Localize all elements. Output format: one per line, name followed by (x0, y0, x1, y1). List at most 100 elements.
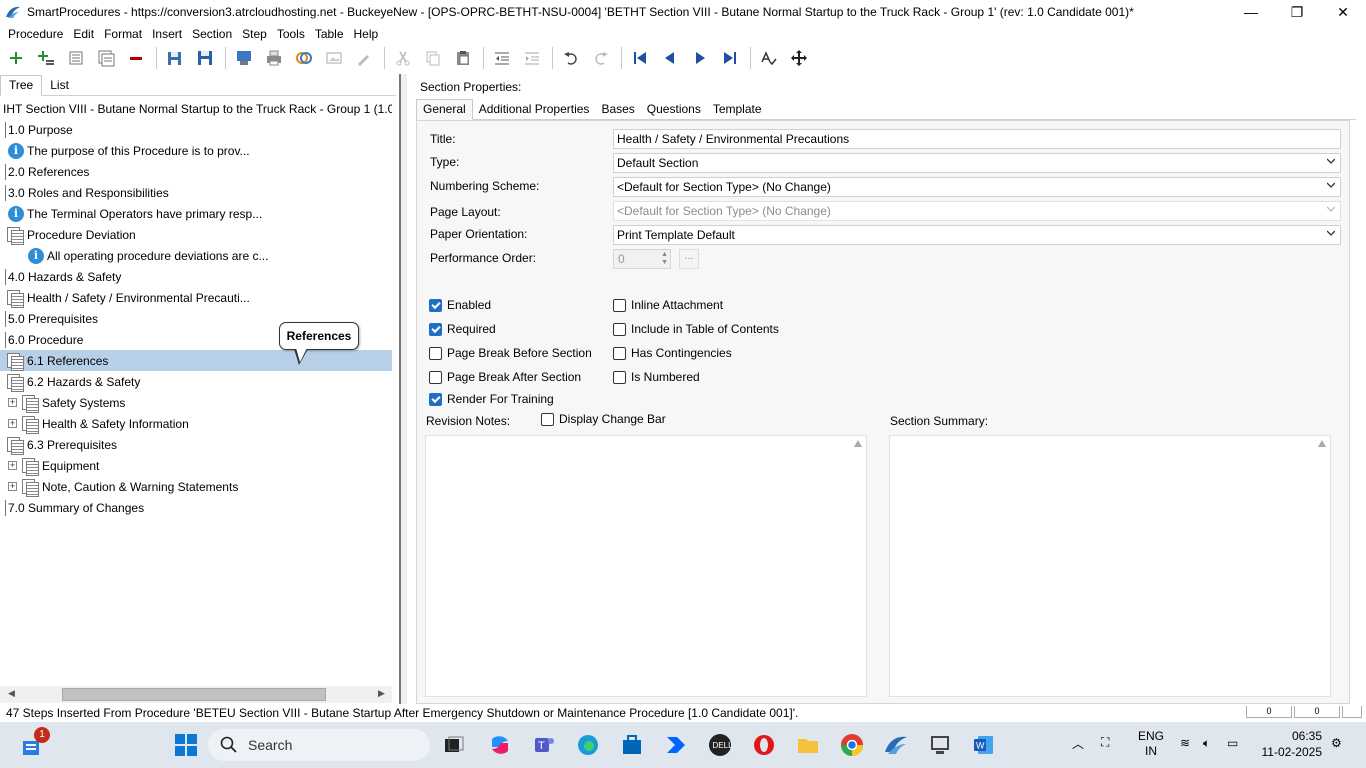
scroll-up-icon[interactable] (1318, 440, 1326, 447)
tree-root[interactable]: IHT Section VIII - Butane Normal Startup… (0, 98, 392, 119)
restore-button[interactable]: ❐ (1274, 0, 1320, 24)
redo-icon[interactable] (589, 46, 613, 70)
widgets-icon[interactable]: 1 (18, 727, 50, 759)
expand-icon[interactable]: + (8, 419, 17, 428)
opera-icon[interactable] (750, 731, 778, 759)
dell-icon[interactable]: DELL (706, 731, 734, 759)
save-all-icon[interactable] (163, 46, 187, 70)
tree-row-selected[interactable]: 6.1 References (0, 350, 392, 371)
file-explorer-icon[interactable] (794, 731, 822, 759)
move-icon[interactable] (787, 46, 811, 70)
performance-order-browse-button[interactable]: ... (679, 249, 699, 269)
tree-row[interactable]: 2.0 References (0, 161, 392, 182)
edge-icon[interactable] (574, 731, 602, 759)
tree-row[interactable]: Health / Safety / Environmental Precauti… (0, 287, 392, 308)
scroll-up-icon[interactable] (854, 440, 862, 447)
menu-help[interactable]: Help (349, 27, 384, 41)
tree-row[interactable]: 6.3 Prerequisites (0, 434, 392, 455)
tree-row[interactable]: i All operating procedure deviations are… (0, 245, 392, 266)
language-indicator[interactable]: ENG IN (1138, 729, 1164, 759)
battery-icon[interactable]: ▭ (1227, 736, 1238, 750)
paste-icon[interactable] (451, 46, 475, 70)
collapse-icon[interactable] (64, 46, 88, 70)
print-icon[interactable] (262, 46, 286, 70)
tab-bases[interactable]: Bases (595, 100, 640, 119)
menu-table[interactable]: Table (310, 27, 349, 41)
render-for-training-checkbox[interactable]: Render For Training (429, 392, 554, 406)
tab-questions[interactable]: Questions (641, 100, 707, 119)
tab-list[interactable]: List (42, 76, 77, 95)
menu-procedure[interactable]: Procedure (3, 27, 68, 41)
tree-row[interactable]: i The Terminal Operators have primary re… (0, 203, 392, 224)
copy-icon[interactable] (421, 46, 445, 70)
clock[interactable]: 06:35 11-02-2025 (1262, 728, 1323, 760)
task-view-icon[interactable] (440, 731, 468, 759)
next-icon[interactable] (688, 46, 712, 70)
smartprocedures-taskbar-icon[interactable] (882, 731, 910, 759)
menu-insert[interactable]: Insert (147, 27, 187, 41)
revision-notes-textarea[interactable] (425, 435, 867, 697)
inline-attachment-checkbox[interactable]: Inline Attachment (613, 298, 723, 312)
tree-row[interactable]: + Equipment (0, 455, 392, 476)
resize-grip-icon[interactable] (1342, 706, 1362, 718)
enabled-checkbox[interactable]: Enabled (429, 298, 491, 312)
display-change-bar-checkbox[interactable]: Display Change Bar (541, 412, 666, 426)
include-in-toc-checkbox[interactable]: Include in Table of Contents (613, 322, 779, 336)
menu-step[interactable]: Step (237, 27, 272, 41)
expand-icon[interactable]: + (8, 461, 17, 470)
tree-row[interactable]: 7.0 Summary of Changes (0, 497, 392, 518)
tree-row[interactable]: + Health & Safety Information (0, 413, 392, 434)
numbering-select[interactable]: <Default for Section Type> (No Change) (613, 177, 1341, 197)
scrollbar-thumb[interactable] (62, 688, 326, 701)
menu-format[interactable]: Format (99, 27, 147, 41)
format-icon[interactable] (352, 46, 376, 70)
is-numbered-checkbox[interactable]: Is Numbered (613, 370, 700, 384)
tree-row[interactable]: 3.0 Roles and Responsibilities (0, 182, 392, 203)
menu-section[interactable]: Section (187, 27, 237, 41)
outdent-icon[interactable] (490, 46, 514, 70)
procedure-tree[interactable]: IHT Section VIII - Butane Normal Startup… (0, 98, 392, 688)
title-field[interactable]: Health / Safety / Environmental Precauti… (613, 129, 1341, 149)
teams-icon[interactable]: T (530, 731, 558, 759)
performance-order-stepper[interactable]: 0 ▲ ▼ (613, 249, 671, 269)
type-select[interactable]: Default Section (613, 153, 1341, 173)
tree-row[interactable]: + Safety Systems (0, 392, 392, 413)
volume-icon[interactable]: 🔈︎ (1203, 736, 1210, 751)
required-checkbox[interactable]: Required (429, 322, 496, 336)
tree-row[interactable]: 4.0 Hazards & Safety (0, 266, 392, 287)
tree-row[interactable]: 1.0 Purpose (0, 119, 392, 140)
power-automate-icon[interactable] (662, 731, 690, 759)
section-summary-textarea[interactable] (889, 435, 1331, 697)
save-icon[interactable] (193, 46, 217, 70)
indent-icon[interactable] (520, 46, 544, 70)
paper-orientation-select[interactable]: Print Template Default (613, 225, 1341, 245)
word-icon[interactable]: W (970, 731, 998, 759)
taskbar-search[interactable]: Search (208, 729, 430, 761)
remote-desktop-icon[interactable] (926, 731, 954, 759)
wifi-icon[interactable]: ≋ (1180, 736, 1190, 750)
export-icon[interactable] (232, 46, 256, 70)
menu-tools[interactable]: Tools (272, 27, 310, 41)
tree-row[interactable]: Procedure Deviation (0, 224, 392, 245)
tab-tree[interactable]: Tree (0, 75, 43, 96)
page-break-after-checkbox[interactable]: Page Break After Section (429, 370, 581, 384)
previous-icon[interactable] (658, 46, 682, 70)
network-status-icon[interactable]: ⛶ (1101, 735, 1109, 750)
start-icon[interactable] (172, 731, 200, 759)
close-button[interactable]: ✕ (1320, 0, 1366, 24)
first-icon[interactable] (628, 46, 652, 70)
minimize-button[interactable]: — (1228, 0, 1274, 24)
add-child-icon[interactable] (34, 46, 58, 70)
expand-icon[interactable]: + (8, 482, 17, 491)
notifications-icon[interactable]: ⚙ (1331, 736, 1342, 750)
cut-icon[interactable] (391, 46, 415, 70)
expand-icon[interactable]: + (8, 398, 17, 407)
tab-template[interactable]: Template (707, 100, 768, 119)
has-contingencies-checkbox[interactable]: Has Contingencies (613, 346, 732, 360)
image-icon[interactable] (322, 46, 346, 70)
store-icon[interactable] (618, 731, 646, 759)
stepper-arrows-icon[interactable]: ▲ ▼ (661, 251, 668, 267)
add-icon[interactable] (4, 46, 28, 70)
menu-edit[interactable]: Edit (68, 27, 99, 41)
show-hidden-icons-icon[interactable]: ︿ (1072, 735, 1084, 752)
